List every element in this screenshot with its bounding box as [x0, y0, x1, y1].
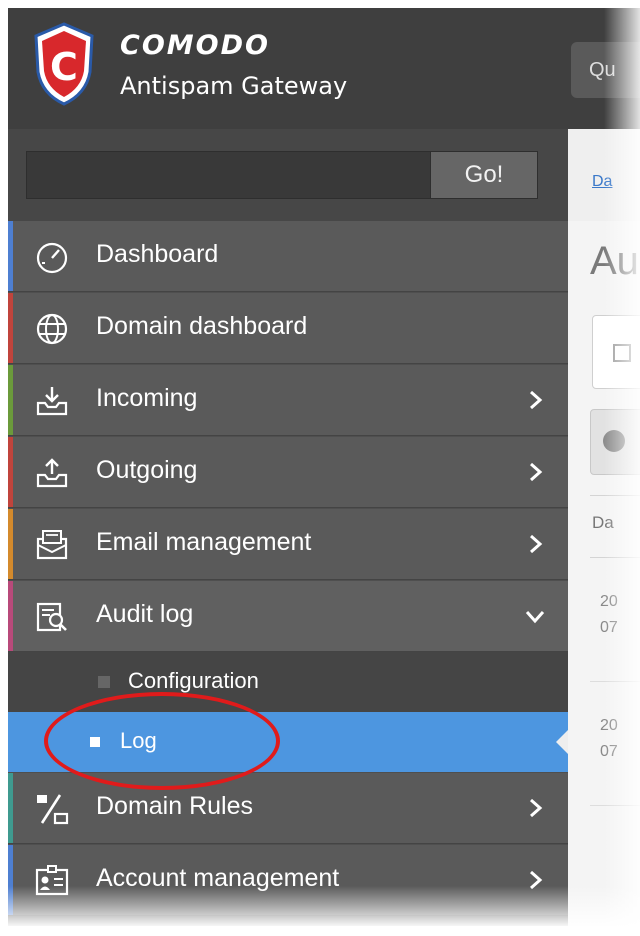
- cell-line: 07: [600, 743, 618, 760]
- page-title: Au: [590, 239, 639, 283]
- table-column-header[interactable]: Da: [592, 513, 614, 533]
- audit-search-icon: [36, 602, 67, 632]
- chevron-down-icon: [525, 611, 545, 624]
- chevron-right-icon: [530, 462, 543, 482]
- toolbar-button[interactable]: [592, 315, 640, 389]
- table-cell: 20 07: [600, 713, 618, 765]
- brand-name: COMODO: [120, 30, 270, 61]
- color-strip: [8, 509, 13, 579]
- circle-arrow-icon: [603, 430, 625, 452]
- inbox-download-icon: [36, 387, 68, 416]
- submenu-item-label: Configuration: [128, 668, 259, 693]
- bullet-square-icon: [90, 737, 100, 747]
- cell-line: 20: [600, 717, 618, 734]
- toolbar-toggle[interactable]: [590, 409, 640, 475]
- sidebar-item-label: Account management: [96, 864, 340, 892]
- sidebar-item-domain-dashboard[interactable]: Domain dashboard: [8, 293, 568, 364]
- dashboard-gauge-icon: [36, 242, 68, 274]
- color-strip: [8, 365, 13, 435]
- sidebar-item-label: Outgoing: [96, 456, 198, 484]
- go-button[interactable]: Go!: [430, 151, 538, 199]
- submenu-item-configuration[interactable]: Configuration: [8, 652, 568, 712]
- color-strip: [8, 581, 13, 651]
- sidebar-item-incoming[interactable]: Incoming: [8, 365, 568, 436]
- sidebar-item-audit-log[interactable]: Audit log: [8, 581, 568, 652]
- calendar-icon: [613, 344, 631, 362]
- sidebar-item-label: Domain dashboard: [96, 312, 308, 340]
- sidebar: Go! Dashboard Domain dashboard Incoming …: [8, 129, 568, 926]
- table-cell: 20 07: [600, 589, 618, 641]
- table-row-divider: [590, 681, 640, 682]
- account-card-icon: [35, 865, 69, 896]
- cell-line: 20: [600, 593, 618, 610]
- svg-text:C: C: [50, 45, 78, 89]
- table-border: [590, 495, 640, 496]
- outbox-upload-icon: [36, 458, 68, 488]
- globe-icon: [36, 313, 68, 345]
- envelope-icon: [36, 530, 68, 560]
- chevron-right-icon: [530, 390, 543, 410]
- sidebar-item-label: Incoming: [96, 384, 198, 412]
- sidebar-item-outgoing[interactable]: Outgoing: [8, 437, 568, 508]
- sidebar-item-domain-rules[interactable]: Domain Rules: [8, 773, 568, 844]
- color-strip: [8, 437, 13, 507]
- sidebar-item-label: Domain Rules: [96, 792, 254, 820]
- percent-rules-icon: [37, 794, 69, 825]
- sidebar-item-label: Audit log: [96, 600, 194, 628]
- breadcrumb-link[interactable]: Da: [592, 173, 612, 191]
- sidebar-item-label: Dashboard: [96, 240, 219, 268]
- app-header: C COMODO Antispam Gateway Qu: [8, 8, 640, 129]
- search-input[interactable]: [26, 151, 430, 199]
- comodo-logo-icon: C: [34, 22, 94, 106]
- cell-line: 07: [600, 619, 618, 636]
- color-strip: [8, 293, 13, 363]
- app-window: C COMODO Antispam Gateway Qu Go! Dashboa…: [8, 8, 640, 926]
- table-border: [590, 557, 640, 558]
- sidebar-item-dashboard[interactable]: Dashboard: [8, 221, 568, 292]
- table-row-divider: [590, 805, 640, 806]
- breadcrumb: Da: [568, 129, 640, 221]
- submenu-item-label: Log: [120, 728, 157, 753]
- chevron-right-icon: [530, 534, 543, 554]
- color-strip: [8, 221, 13, 291]
- sidebar-item-label: Email management: [96, 528, 312, 556]
- active-indicator: [556, 730, 568, 754]
- submenu-item-log[interactable]: Log: [8, 712, 568, 772]
- quick-button[interactable]: Qu: [571, 42, 640, 98]
- sidebar-search: Go!: [8, 129, 568, 221]
- product-name: Antispam Gateway: [120, 72, 348, 100]
- sidebar-item-email-management[interactable]: Email management: [8, 509, 568, 580]
- color-strip: [8, 845, 13, 915]
- sidebar-item-account-management[interactable]: Account management: [8, 845, 568, 916]
- bullet-square-icon: [98, 676, 110, 688]
- color-strip: [8, 773, 13, 843]
- chevron-right-icon: [530, 798, 543, 818]
- main-content: Da Au Da 20 07 20 07: [568, 129, 640, 926]
- chevron-right-icon: [530, 870, 543, 890]
